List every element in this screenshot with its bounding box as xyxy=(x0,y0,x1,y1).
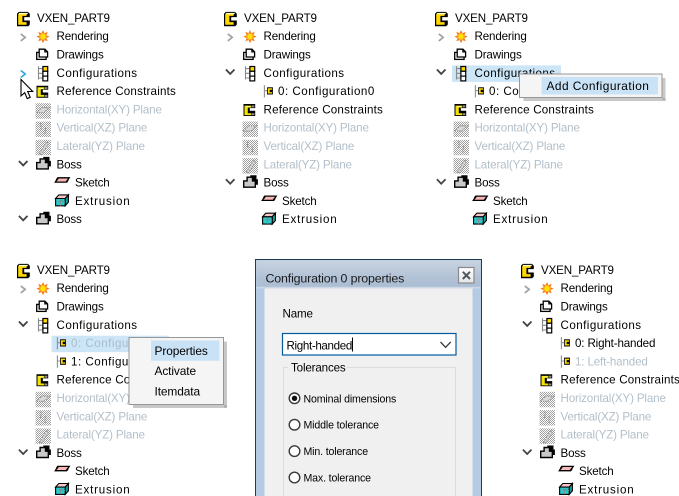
svg-text:Configurations: Configurations xyxy=(57,67,138,80)
svg-text:Vertical(XZ) Plane: Vertical(XZ) Plane xyxy=(475,140,566,153)
svg-text:Boss: Boss xyxy=(264,177,290,190)
svg-text:Sketch: Sketch xyxy=(579,465,614,478)
svg-text:Configurations: Configurations xyxy=(264,67,345,80)
svg-text:Vertical(XZ) Plane: Vertical(XZ) Plane xyxy=(57,122,148,135)
svg-text:Configuration 0 properties: Configuration 0 properties xyxy=(266,271,405,285)
svg-text:Rendering: Rendering xyxy=(57,30,109,43)
svg-text:Lateral(YZ) Plane: Lateral(YZ) Plane xyxy=(264,158,352,171)
svg-text:Itemdata: Itemdata xyxy=(155,384,201,398)
svg-text:Lateral(YZ) Plane: Lateral(YZ) Plane xyxy=(57,429,145,442)
svg-text:Drawings: Drawings xyxy=(475,49,522,62)
svg-text:Drawings: Drawings xyxy=(264,49,311,62)
svg-text:Boss: Boss xyxy=(57,158,83,171)
svg-text:Sketch: Sketch xyxy=(75,177,110,190)
svg-text:Extrusion: Extrusion xyxy=(75,484,131,496)
svg-text:Lateral(YZ) Plane: Lateral(YZ) Plane xyxy=(57,140,145,153)
svg-text:Right-handed: Right-handed xyxy=(287,340,352,353)
svg-text:1: Left-handed: 1: Left-handed xyxy=(575,355,648,368)
svg-text:Lateral(YZ) Plane: Lateral(YZ) Plane xyxy=(561,429,649,442)
svg-text:Drawings: Drawings xyxy=(561,301,608,314)
svg-text:Extrusion: Extrusion xyxy=(282,213,338,226)
svg-text:Rendering: Rendering xyxy=(264,30,316,43)
svg-text:Lateral(YZ) Plane: Lateral(YZ) Plane xyxy=(475,158,563,171)
svg-text:Horizontal(XY) Plane: Horizontal(XY) Plane xyxy=(561,392,666,405)
svg-text:Activate: Activate xyxy=(155,364,197,378)
svg-text:Extrusion: Extrusion xyxy=(579,484,635,496)
svg-text:Horizontal(XY) Plane: Horizontal(XY) Plane xyxy=(475,122,580,135)
svg-text:Extrusion: Extrusion xyxy=(493,213,549,226)
svg-text:Drawings: Drawings xyxy=(57,49,104,62)
svg-text:Tolerances: Tolerances xyxy=(291,362,346,375)
svg-text:Configurations: Configurations xyxy=(57,319,138,332)
svg-text:Rendering: Rendering xyxy=(57,282,109,295)
svg-text:Max. tolerance: Max. tolerance xyxy=(304,473,372,485)
svg-text:VXEN_PART9: VXEN_PART9 xyxy=(541,264,614,277)
svg-text:VXEN_PART9: VXEN_PART9 xyxy=(37,264,110,277)
svg-text:Middle tolerance: Middle tolerance xyxy=(304,420,380,432)
svg-text:Drawings: Drawings xyxy=(57,301,104,314)
svg-text:Min. tolerance: Min. tolerance xyxy=(304,446,369,458)
svg-text:Rendering: Rendering xyxy=(475,30,527,43)
svg-text:Boss: Boss xyxy=(561,447,587,460)
svg-text:Name: Name xyxy=(283,308,313,321)
svg-text:Boss: Boss xyxy=(57,447,83,460)
svg-text:Rendering: Rendering xyxy=(561,282,613,295)
svg-text:Sketch: Sketch xyxy=(75,465,110,478)
svg-text:VXEN_PART9: VXEN_PART9 xyxy=(455,12,528,25)
svg-text:Extrusion: Extrusion xyxy=(75,195,131,208)
svg-text:Reference Constraints: Reference Constraints xyxy=(475,103,595,116)
svg-text:Reference Constraints: Reference Constraints xyxy=(561,374,679,387)
svg-text:0: Configuration0: 0: Configuration0 xyxy=(278,85,375,98)
svg-text:Configurations: Configurations xyxy=(561,319,642,332)
svg-text:Add Configuration: Add Configuration xyxy=(547,79,650,93)
svg-text:0: Right-handed: 0: Right-handed xyxy=(575,337,655,350)
svg-text:Vertical(XZ) Plane: Vertical(XZ) Plane xyxy=(57,410,148,423)
svg-text:Horizontal(XY) Plane: Horizontal(XY) Plane xyxy=(57,103,162,116)
svg-text:Boss: Boss xyxy=(475,177,501,190)
svg-text:Sketch: Sketch xyxy=(282,195,317,208)
svg-text:VXEN_PART9: VXEN_PART9 xyxy=(244,12,317,25)
svg-text:VXEN_PART9: VXEN_PART9 xyxy=(37,12,110,25)
svg-text:Boss: Boss xyxy=(57,213,83,226)
svg-text:Properties: Properties xyxy=(155,344,208,358)
svg-text:Vertical(XZ) Plane: Vertical(XZ) Plane xyxy=(561,410,652,423)
svg-text:Nominal dimensions: Nominal dimensions xyxy=(304,393,397,405)
svg-text:Reference Constraints: Reference Constraints xyxy=(264,103,384,116)
svg-text:Reference Constraints: Reference Constraints xyxy=(57,85,177,98)
svg-text:Vertical(XZ) Plane: Vertical(XZ) Plane xyxy=(264,140,355,153)
svg-text:Sketch: Sketch xyxy=(493,195,528,208)
svg-text:Horizontal(XY) Plane: Horizontal(XY) Plane xyxy=(264,122,369,135)
